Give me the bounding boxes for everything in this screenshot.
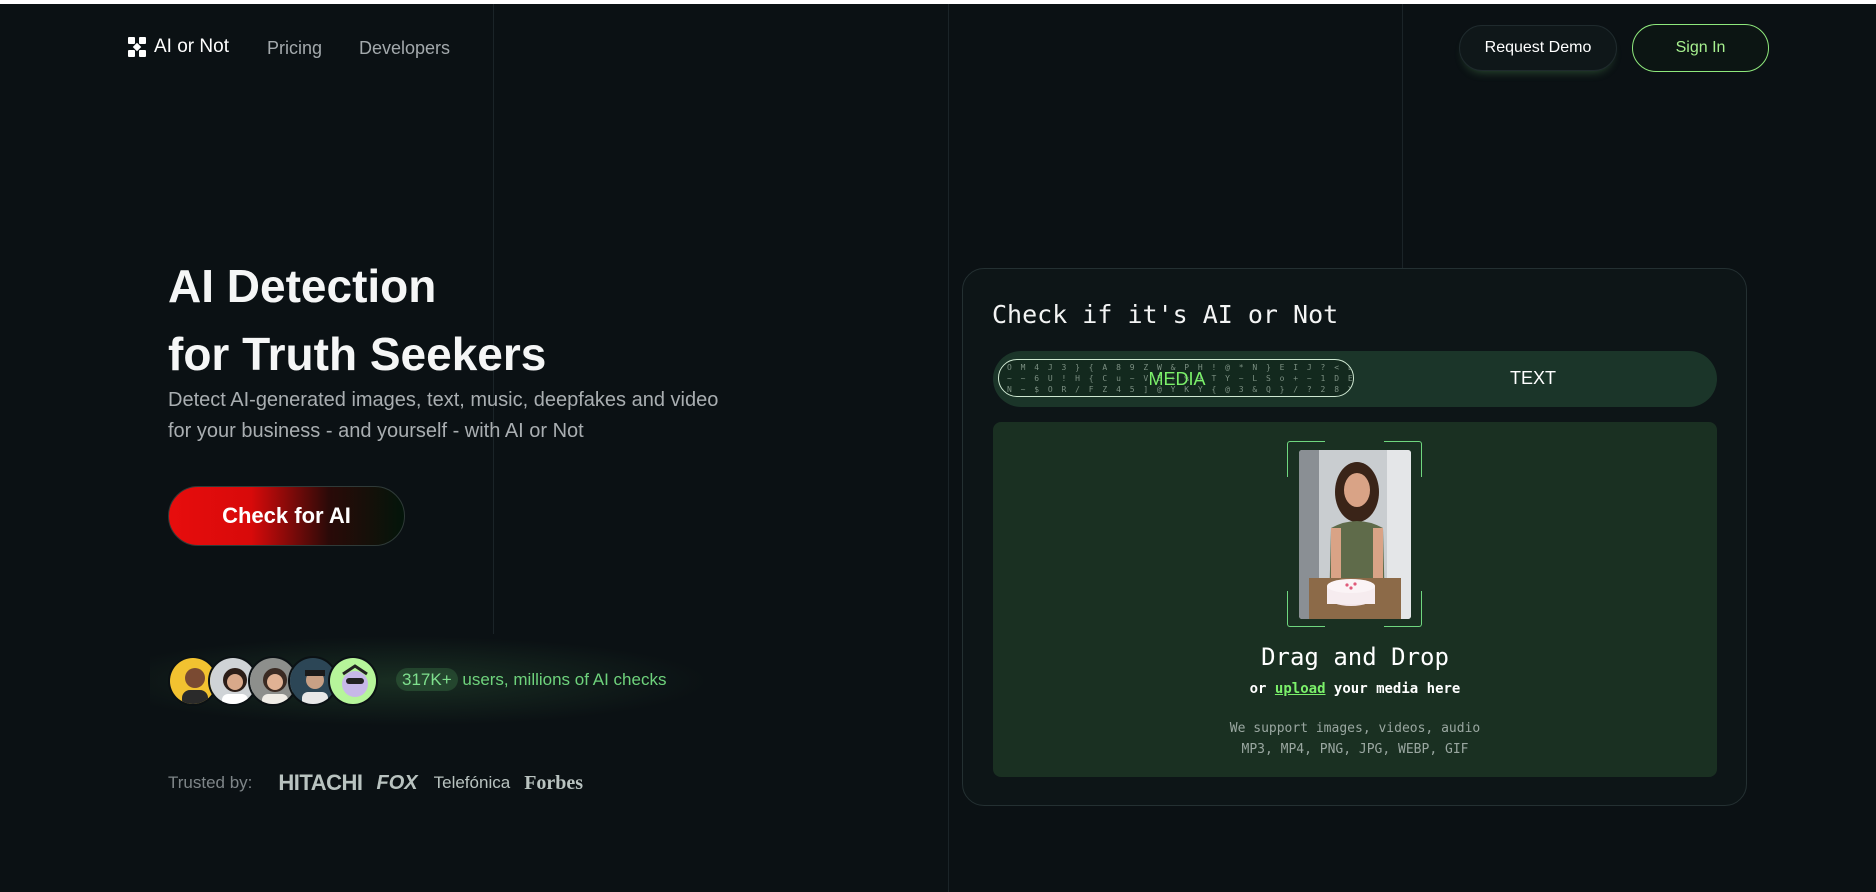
tab-media-label: MEDIA	[1148, 368, 1206, 389]
tab-media[interactable]: O M 4 J 3 } { A 8 9 Z W & P H ! @ * N } …	[998, 359, 1354, 397]
users-count-badge: 317K+	[396, 668, 458, 691]
ai-or-not-logo-icon	[128, 37, 146, 57]
brand-logo-telefonica: Telefónica	[433, 773, 511, 792]
hero-title-line-1: AI Detection	[168, 260, 437, 312]
nav-link-developers[interactable]: Developers	[359, 38, 450, 59]
upload-link[interactable]: upload	[1275, 681, 1326, 697]
brand-logo[interactable]: AI or Not	[128, 36, 229, 58]
grid-line-2	[948, 4, 949, 892]
brand-name: AI or Not	[154, 36, 229, 57]
media-text-toggle: O M 4 J 3 } { A 8 9 Z W & P H ! @ * N } …	[993, 351, 1717, 407]
hero-subtitle: Detect AI-generated images, text, music,…	[168, 389, 719, 442]
checker-title: Check if it's AI or Not	[992, 300, 1339, 329]
brand-logo-hitachi: HITACHI	[278, 770, 363, 795]
brand-logo-fox: FOX	[376, 771, 418, 794]
nav-link-pricing[interactable]: Pricing	[267, 38, 322, 59]
drag-and-drop-title: Drag and Drop	[1261, 643, 1449, 671]
top-edge	[0, 0, 1876, 4]
trusted-by: Trusted by: HITACHI FOX Telefónica Forbe…	[168, 770, 583, 796]
check-for-ai-button[interactable]: Check for AI	[168, 486, 405, 546]
users-count-label: users, millions of AI checks	[457, 670, 667, 689]
drop-rest-text: your media here	[1325, 681, 1461, 697]
user-avatars	[168, 656, 378, 706]
drop-or-text: or	[1249, 681, 1275, 697]
trusted-label: Trusted by:	[168, 773, 253, 792]
brand-logo-forbes: Forbes	[524, 771, 584, 794]
top-nav: AI or Not Pricing Developers Request Dem…	[0, 24, 1876, 72]
supported-formats: We support images, videos, audio MP3, MP…	[993, 718, 1717, 760]
tab-text[interactable]: TEXT	[1355, 359, 1711, 397]
supported-extensions: MP3, MP4, PNG, JPG, WEBP, GIF	[1241, 742, 1469, 757]
supported-types: We support images, videos, audio	[1229, 721, 1481, 736]
request-demo-button[interactable]: Request Demo	[1459, 25, 1617, 71]
users-count-text: 317K+ users, millions of AI checks	[396, 668, 667, 691]
sign-in-button[interactable]: Sign In	[1632, 24, 1769, 72]
drop-instructions: or upload your media here	[993, 681, 1717, 697]
hero-title-line-2: for Truth Seekers	[168, 328, 547, 380]
sample-image-preview	[1299, 450, 1411, 619]
hero-title: AI Detection for Truth Seekers	[168, 252, 546, 388]
avatar	[328, 656, 378, 706]
